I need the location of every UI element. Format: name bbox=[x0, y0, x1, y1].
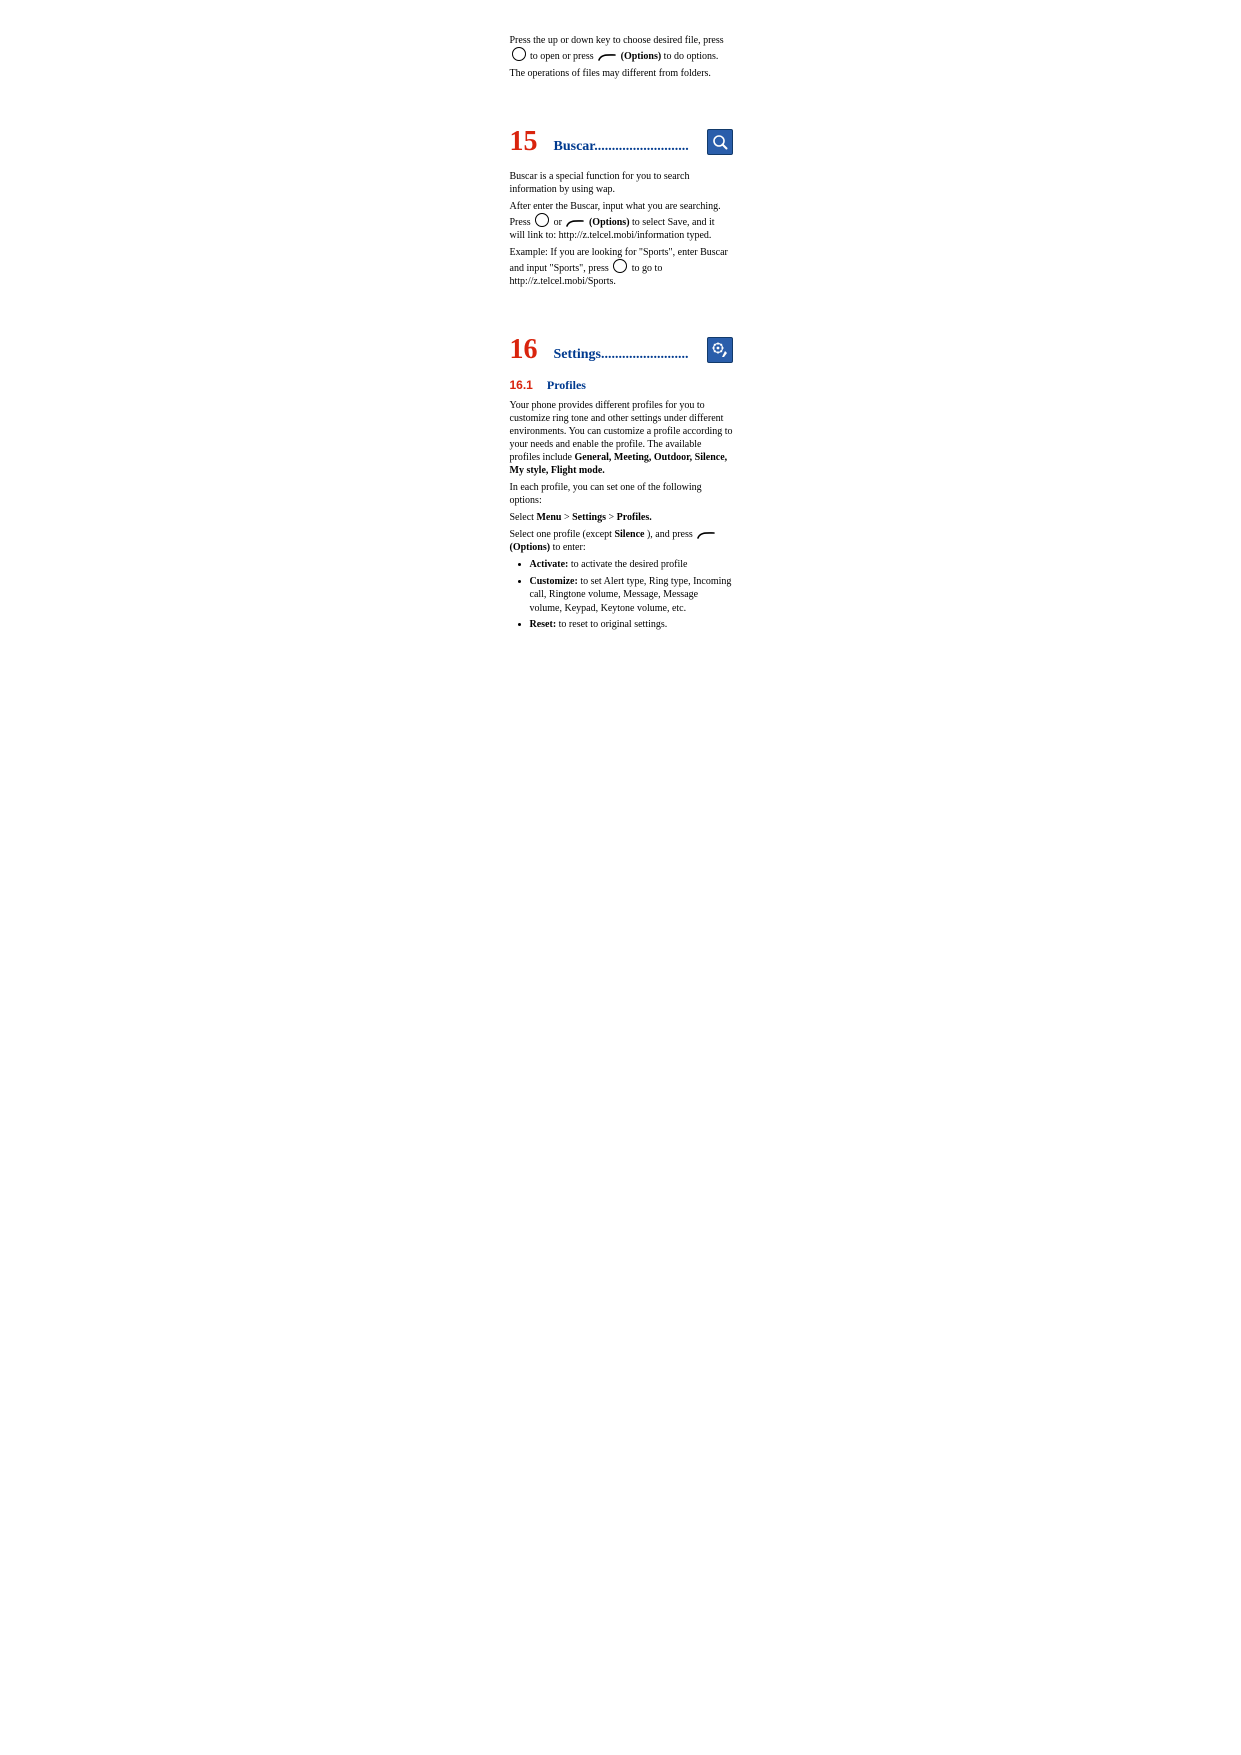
customize-label: Customize: bbox=[530, 576, 578, 587]
intro-para-1: Press the up or down key to choose desir… bbox=[510, 34, 733, 63]
text: Select bbox=[510, 512, 537, 523]
left-softkey-icon bbox=[697, 531, 715, 539]
ch15-para-3: Example: If you are looking for "Sports"… bbox=[510, 246, 733, 288]
activate-label: Activate: bbox=[530, 559, 569, 570]
text: > bbox=[608, 512, 616, 523]
reset-label: Reset: bbox=[530, 619, 557, 630]
text: > bbox=[564, 512, 572, 523]
ch15-para-2: After enter the Buscar, input what you a… bbox=[510, 200, 733, 242]
left-softkey-icon bbox=[598, 53, 616, 61]
chapter-15-header: 15 Buscar........................... bbox=[510, 126, 733, 158]
text: Select one profile (except bbox=[510, 529, 615, 540]
text: to reset to original settings. bbox=[559, 619, 668, 630]
search-icon bbox=[707, 129, 733, 155]
list-item: Customize: to set Alert type, Ring type,… bbox=[530, 575, 733, 616]
left-softkey-icon bbox=[566, 219, 584, 227]
settings-icon bbox=[707, 337, 733, 363]
profiles-label: Profiles. bbox=[617, 512, 652, 523]
chapter-title: Settings......................... bbox=[554, 347, 689, 363]
list-item: Activate: to activate the desired profil… bbox=[530, 558, 733, 572]
text: Press the up or down key to choose desir… bbox=[510, 35, 724, 46]
menu-label: Menu bbox=[536, 512, 561, 523]
page: Press the up or down key to choose desir… bbox=[161, 0, 1081, 632]
settings-label: Settings bbox=[572, 512, 606, 523]
intro-para-2: The operations of files may different fr… bbox=[510, 67, 733, 80]
options-label: (Options) bbox=[589, 217, 630, 228]
ch16-para-3: Select Menu > Settings > Profiles. bbox=[510, 511, 733, 524]
section-16-1-header: 16.1 Profiles bbox=[510, 378, 733, 393]
ch16-para-1: Your phone provides different profiles f… bbox=[510, 399, 733, 477]
text: or bbox=[554, 217, 565, 228]
chapter-15-title-group: 15 Buscar........................... bbox=[510, 126, 707, 158]
chapter-number: 15 bbox=[510, 126, 538, 158]
text: to activate the desired profile bbox=[571, 559, 688, 570]
text: to enter: bbox=[553, 542, 586, 553]
options-list: Activate: to activate the desired profil… bbox=[510, 558, 733, 632]
ok-key-icon bbox=[512, 47, 526, 61]
ok-key-icon bbox=[613, 259, 627, 273]
chapter-16-title-group: 16 Settings......................... bbox=[510, 334, 707, 366]
subsection-number: 16.1 bbox=[510, 378, 533, 392]
silence-label: Silence bbox=[614, 529, 644, 540]
text: ), and press bbox=[647, 529, 695, 540]
text: to do options. bbox=[664, 51, 719, 62]
text: to open or press bbox=[530, 51, 596, 62]
ch16-para-4: Select one profile (except Silence ), an… bbox=[510, 528, 733, 554]
list-item: Reset: to reset to original settings. bbox=[530, 618, 733, 632]
ok-key-icon bbox=[535, 213, 549, 227]
subsection-title: Profiles bbox=[547, 378, 586, 393]
options-label: (Options) bbox=[621, 51, 662, 62]
chapter-16-header: 16 Settings......................... bbox=[510, 334, 733, 366]
chapter-title: Buscar........................... bbox=[554, 139, 689, 155]
chapter-number: 16 bbox=[510, 334, 538, 366]
content-column: Press the up or down key to choose desir… bbox=[510, 34, 733, 632]
ch16-para-2: In each profile, you can set one of the … bbox=[510, 481, 733, 507]
options-label: (Options) bbox=[510, 542, 551, 553]
ch15-para-1: Buscar is a special function for you to … bbox=[510, 170, 733, 196]
